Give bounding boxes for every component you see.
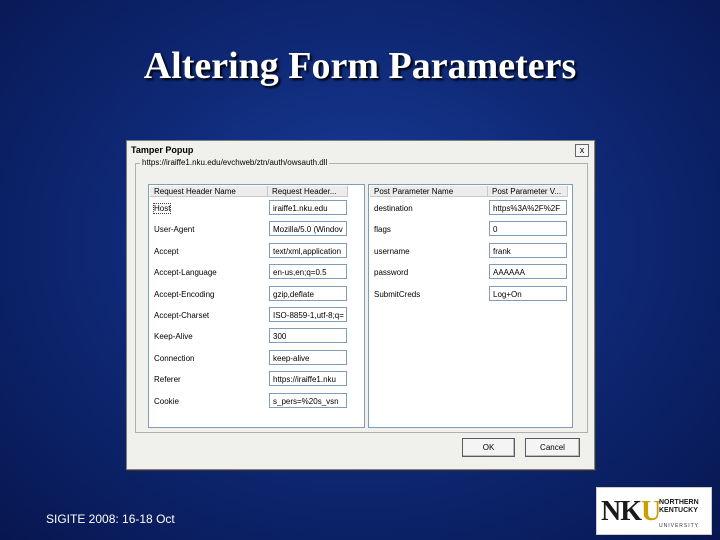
param-value-input[interactable]: Log+On <box>489 285 567 301</box>
param-name: username <box>374 246 410 256</box>
header-name: Connection <box>154 353 195 363</box>
header-value-input[interactable]: iraiffe1.nku.edu <box>269 200 347 215</box>
header-row[interactable]: Accept-Language en-us,en;q=0.5 <box>149 263 364 284</box>
header-name: User-Agent <box>154 225 195 235</box>
header-name: Referer <box>154 375 181 385</box>
param-row[interactable]: SubmitCreds Log+On <box>369 285 572 306</box>
param-value-input[interactable]: AAAAAA <box>489 264 567 280</box>
header-row[interactable]: Keep-Alive 300 <box>149 327 364 348</box>
header-name: Accept-Language <box>154 268 217 278</box>
header-name: Host <box>152 203 172 214</box>
param-name: flags <box>374 225 391 235</box>
close-button[interactable]: x <box>575 144 589 157</box>
cancel-button[interactable]: Cancel <box>525 438 580 457</box>
param-name-column[interactable]: Post Parameter Name <box>370 186 488 197</box>
param-value-input[interactable]: 0 <box>489 221 567 237</box>
header-value-input[interactable]: Mozilla/5.0 (Windov <box>269 221 347 237</box>
header-name: Accept <box>154 246 179 256</box>
header-value-input[interactable]: ISO-8859-1,utf-8;q= <box>269 307 347 322</box>
header-value-input[interactable]: s_pers=%20s_vsn <box>269 392 347 408</box>
header-value-input[interactable]: text/xml,application <box>269 242 347 258</box>
param-name: SubmitCreds <box>374 289 421 299</box>
header-row[interactable]: Accept text/xml,application <box>149 242 364 263</box>
dialog-title: Tamper Popup <box>131 145 194 155</box>
header-value-input[interactable]: gzip,deflate <box>269 285 347 301</box>
header-row[interactable]: Cookie s_pers=%20s_vsn <box>149 392 364 413</box>
header-name: Keep-Alive <box>154 332 193 342</box>
header-value-column[interactable]: Request Header... <box>268 186 348 197</box>
slide-title: Altering Form Parameters <box>143 45 577 87</box>
param-value-input[interactable]: frank <box>489 242 567 258</box>
header-value-input[interactable]: https://iraiffe1.nku <box>269 371 347 387</box>
header-name: Accept-Encoding <box>154 289 215 299</box>
header-value-input[interactable]: en-us,en;q=0.5 <box>269 264 347 280</box>
header-row[interactable]: Accept-Charset ISO-8859-1,utf-8;q= <box>149 306 364 327</box>
request-url: https://iraiffe1.nku.edu/evchweb/ztn/aut… <box>140 158 330 167</box>
param-row[interactable]: username frank <box>369 242 572 263</box>
dialog-titlebar: Tamper Popup x <box>127 141 594 159</box>
param-name: destination <box>374 204 413 213</box>
header-name-column[interactable]: Request Header Name <box>150 186 268 197</box>
header-row[interactable]: User-Agent Mozilla/5.0 (Windov <box>149 220 364 241</box>
ok-button[interactable]: OK <box>462 438 515 457</box>
post-parameters-list[interactable]: Post Parameter Name Post Parameter V... … <box>368 184 573 428</box>
header-row[interactable]: Accept-Encoding gzip,deflate <box>149 285 364 306</box>
logo-wordmark: NORTHERN KENTUCKY <box>659 499 699 514</box>
param-value-column[interactable]: Post Parameter V... <box>488 186 568 197</box>
url-group: https://iraiffe1.nku.edu/evchweb/ztn/aut… <box>135 158 588 433</box>
tamper-popup-dialog: Tamper Popup x https://iraiffe1.nku.edu/… <box>126 140 595 470</box>
header-row[interactable]: Host iraiffe1.nku.edu <box>149 199 364 220</box>
param-row[interactable]: destination https%3A%2F%2F <box>369 199 572 220</box>
nku-logo: NKU NORTHERN KENTUCKY UNIVERSITY <box>596 487 712 535</box>
header-name: Cookie <box>154 396 179 406</box>
header-row[interactable]: Connection keep-alive <box>149 349 364 370</box>
header-value-input[interactable]: 300 <box>269 328 347 344</box>
param-name: password <box>374 268 409 278</box>
logo-mark: NKU <box>601 496 661 527</box>
footer-text: SIGITE 2008: 16-18 Oct <box>46 512 175 526</box>
header-name: Accept-Charset <box>154 311 210 320</box>
param-row[interactable]: password AAAAAA <box>369 263 572 284</box>
header-value-input[interactable]: keep-alive <box>269 349 347 365</box>
logo-university: UNIVERSITY <box>659 523 700 529</box>
header-row[interactable]: Referer https://iraiffe1.nku <box>149 370 364 391</box>
param-row[interactable]: flags 0 <box>369 220 572 241</box>
request-headers-list[interactable]: Request Header Name Request Header... Ho… <box>148 184 365 428</box>
param-value-input[interactable]: https%3A%2F%2F <box>489 200 567 215</box>
